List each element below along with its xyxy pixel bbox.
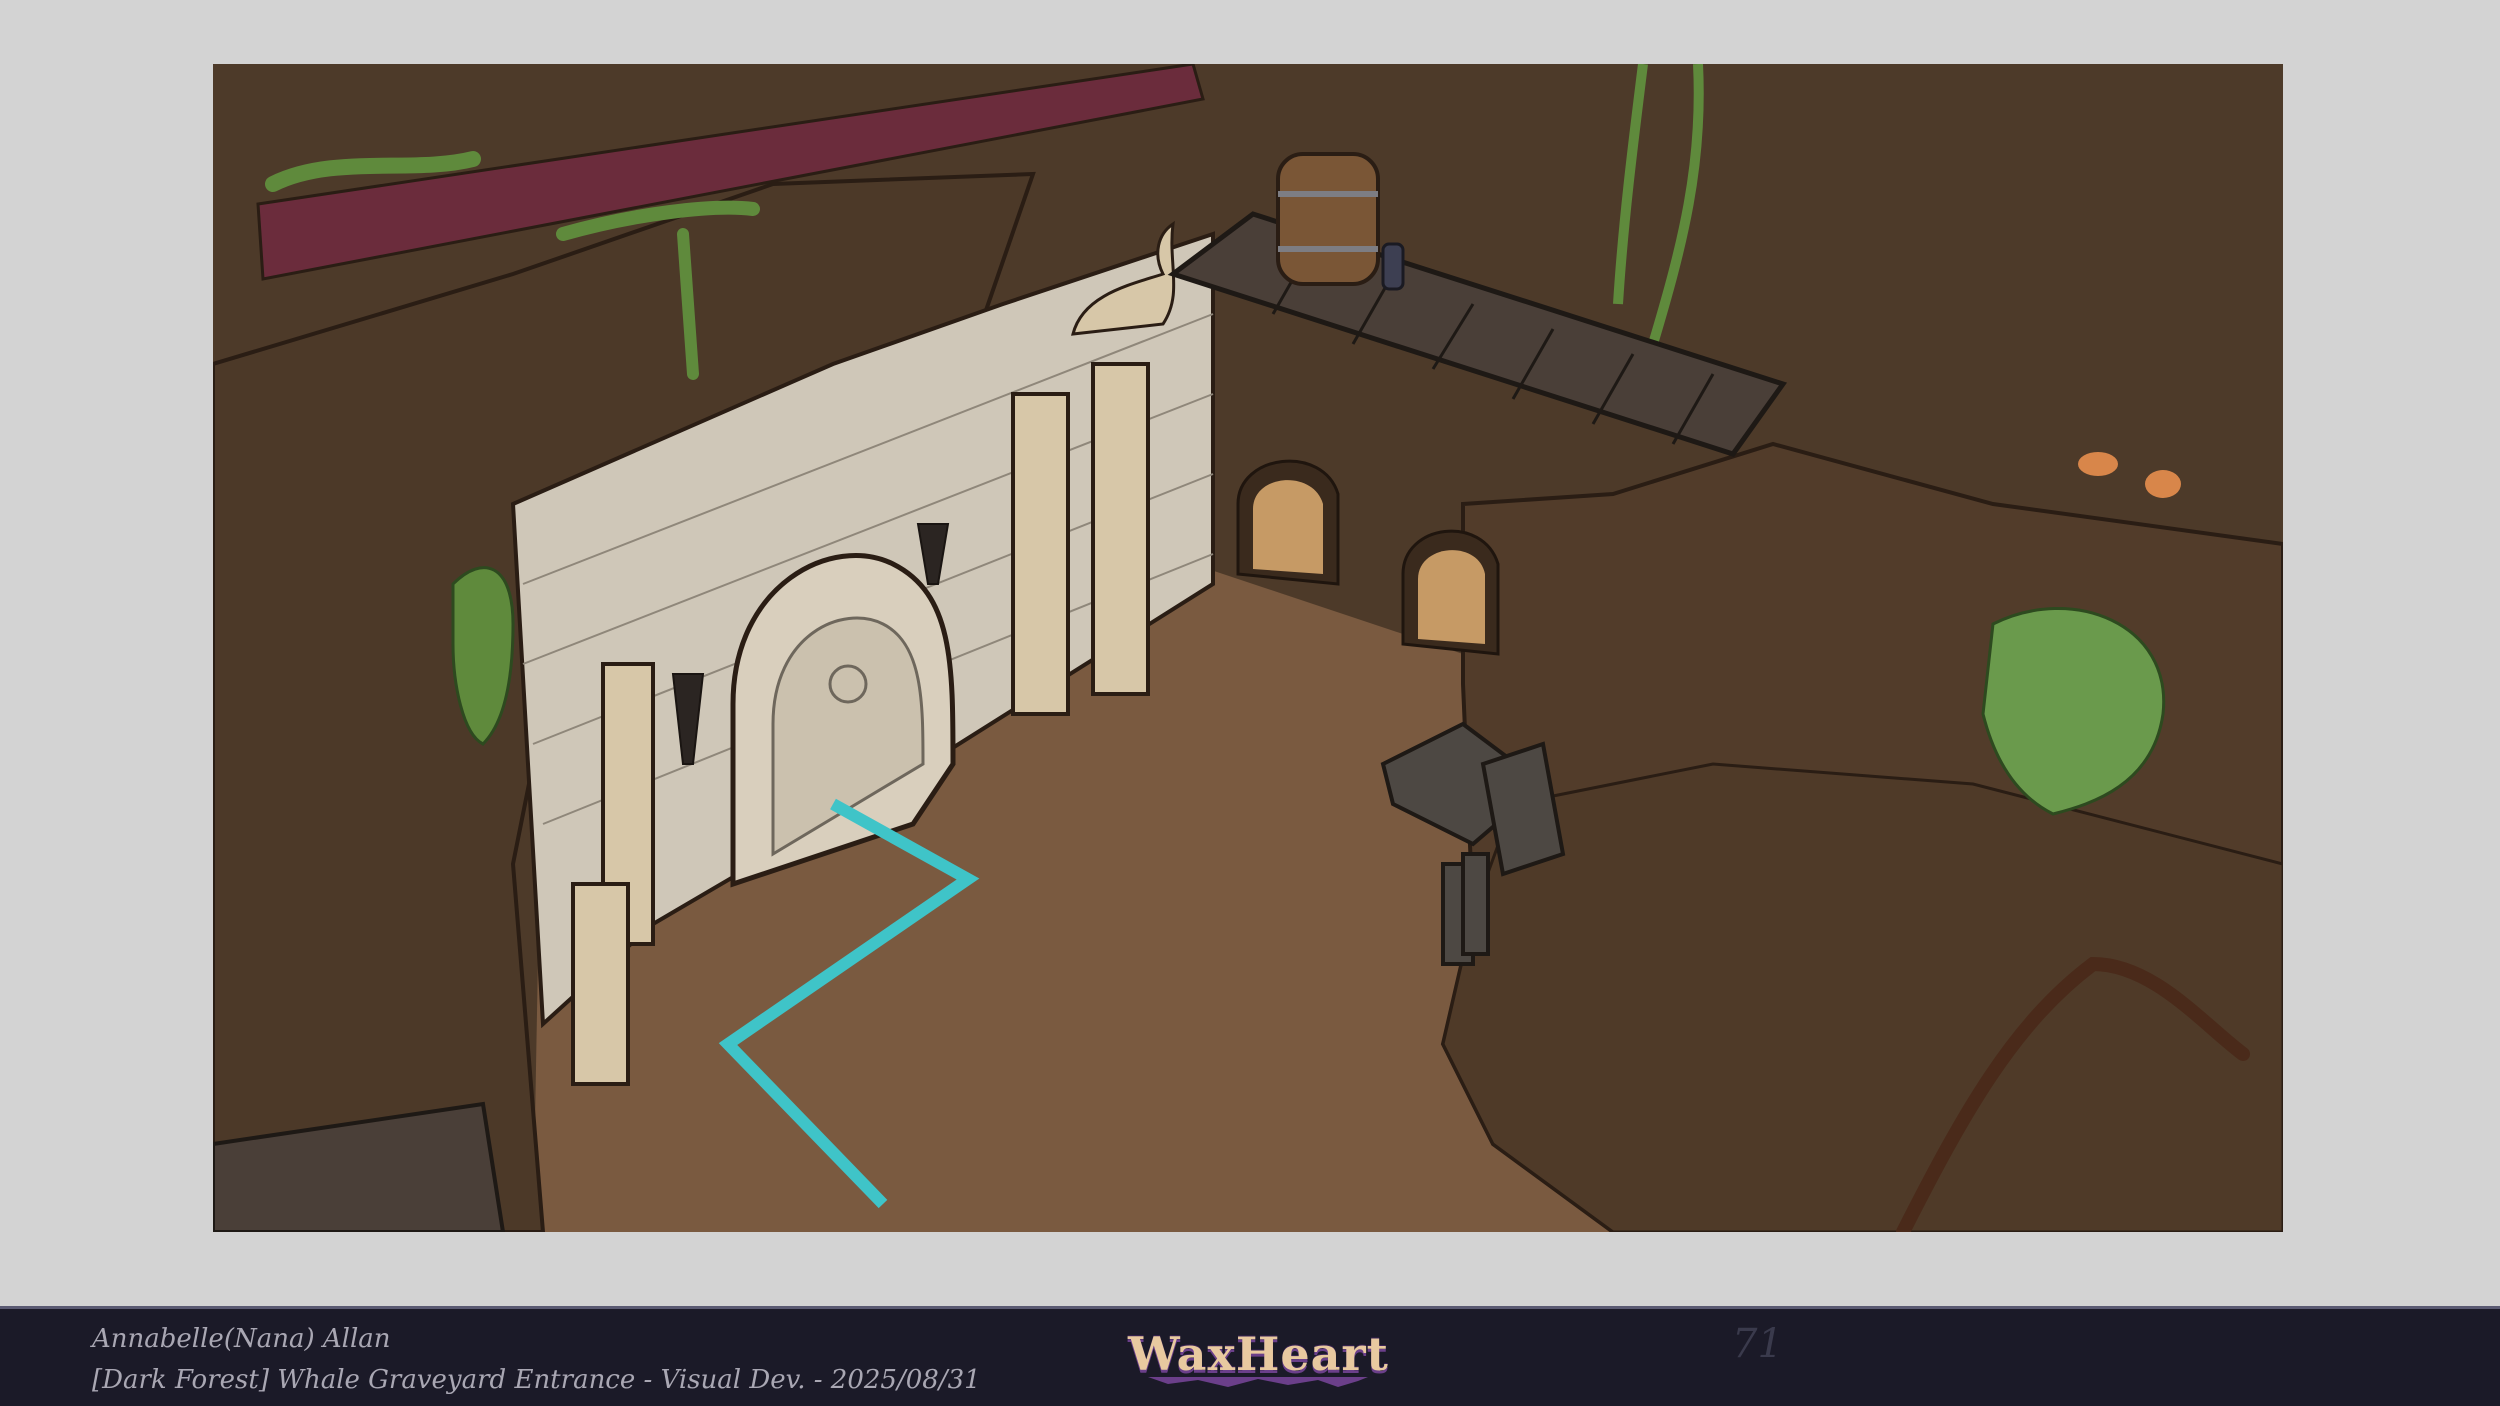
- mushroom: [2078, 452, 2118, 476]
- logo-wordmark: WaxHeart: [1128, 1327, 1389, 1381]
- pillar: [1011, 392, 1070, 716]
- author-credit: Annabelle(Nana) Allan: [92, 1324, 391, 1354]
- slide-footer: Annabelle(Nana) Allan [Dark Forest] Whal…: [0, 1306, 2500, 1406]
- mushroom: [2145, 470, 2181, 498]
- pillar: [1091, 362, 1150, 696]
- concept-artwork: [213, 64, 2283, 1232]
- bottle: [1381, 242, 1405, 291]
- barrel: [1276, 152, 1380, 286]
- page-number: 71: [1732, 1321, 1783, 1367]
- pillar: [571, 882, 630, 1086]
- waxheart-logo-icon: WaxHeart: [1128, 1325, 1388, 1395]
- logo-drip: [1148, 1377, 1368, 1387]
- whale-graveyard-illustration: [213, 64, 2283, 1232]
- artwork-caption: [Dark Forest] Whale Graveyard Entrance -…: [92, 1365, 981, 1395]
